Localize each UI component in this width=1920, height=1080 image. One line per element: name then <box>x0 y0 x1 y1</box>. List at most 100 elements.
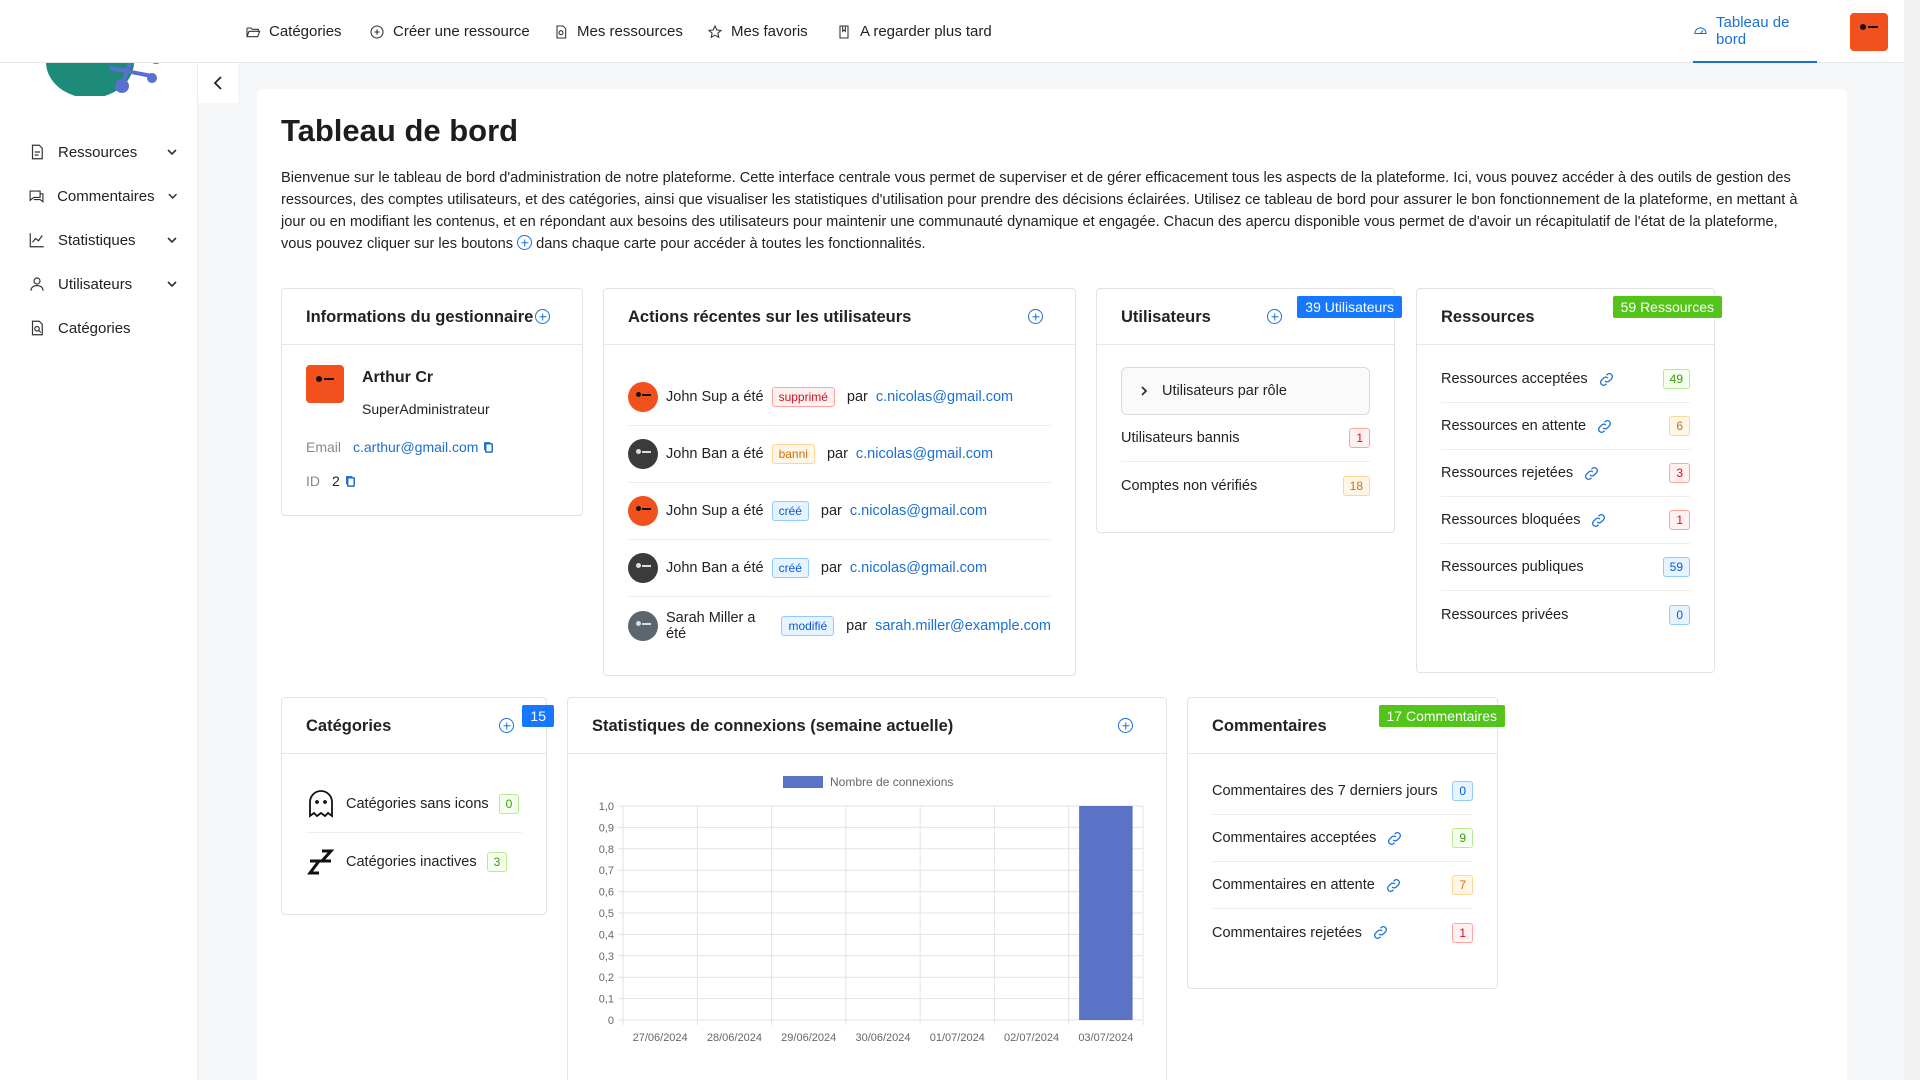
row-count: 7 <box>1452 875 1473 895</box>
legend-swatch <box>783 776 823 788</box>
nav-label: Tableau de bord <box>1716 13 1790 48</box>
plus-circle-icon <box>370 24 384 39</box>
sidebar: Ressources Commentaires Statistiques Uti… <box>0 0 198 1080</box>
nav-categories[interactable]: Catégories <box>245 0 342 63</box>
resources-row-blocked: Ressources bloquées 1 <box>1441 497 1690 544</box>
id-label: ID <box>306 473 320 489</box>
plus-circle-icon[interactable] <box>499 718 514 733</box>
sidebar-item-commentaires[interactable]: Commentaires <box>28 178 178 214</box>
action-by: par <box>820 503 842 519</box>
y-tick-label: 0,7 <box>599 865 614 877</box>
dashboard-icon <box>1694 26 1707 34</box>
plus-circle-icon[interactable] <box>1028 309 1043 324</box>
link-icon[interactable] <box>1386 830 1403 847</box>
nav-create-resource[interactable]: Créer une ressource <box>369 0 530 63</box>
user-avatar[interactable] <box>1850 13 1888 51</box>
link-icon[interactable] <box>1598 371 1615 388</box>
user-avatar <box>628 553 658 583</box>
plus-circle-icon[interactable] <box>1267 309 1282 324</box>
sidebar-item-statistiques[interactable]: Statistiques <box>28 222 178 258</box>
star-icon <box>707 24 723 38</box>
copy-icon[interactable] <box>344 475 357 488</box>
action-email-link[interactable]: c.nicolas@gmail.com <box>876 389 1013 405</box>
action-tag: supprimé <box>771 387 835 407</box>
y-tick-label: 0,5 <box>599 908 614 920</box>
nav-favorites[interactable]: Mes favoris <box>707 0 808 63</box>
x-tick-label: 02/07/2024 <box>1004 1032 1059 1044</box>
sidebar-item-label: Ressources <box>58 143 138 161</box>
comments-count-badge: 17 Commentaires <box>1378 705 1505 727</box>
action-text: John Ban a été <box>666 560 764 576</box>
row-count: 0 <box>1669 604 1690 625</box>
link-icon[interactable] <box>1583 465 1600 482</box>
sidebar-item-utilisateurs[interactable]: Utilisateurs <box>28 266 178 302</box>
users-row-banned: Utilisateurs bannis 1 <box>1121 415 1370 462</box>
row-count: 1 <box>1349 428 1370 448</box>
intro-paragraph-end: dans chaque carte pour accéder à toutes … <box>536 236 926 252</box>
link-icon[interactable] <box>1590 512 1607 529</box>
bar[interactable] <box>1079 806 1133 1020</box>
comments-row-rejected: Commentaires rejetées 1 <box>1212 909 1473 956</box>
users-by-role-collapse[interactable]: Utilisateurs par rôle <box>1121 367 1370 415</box>
stats-card: Statistiques de connexions (semaine actu… <box>567 697 1167 1080</box>
x-tick-label: 01/07/2024 <box>930 1032 985 1044</box>
manager-email-link[interactable]: c.arthur@gmail.com <box>353 439 478 455</box>
page-scrollbar[interactable] <box>1904 0 1920 1080</box>
row-count: 6 <box>1669 416 1690 436</box>
plus-circle-icon[interactable] <box>1118 718 1133 733</box>
row-count: 1 <box>1452 922 1473 943</box>
action-row: John Ban a été banni par c.nicolas@gmail… <box>628 426 1051 483</box>
y-tick-label: 1,0 <box>599 801 614 813</box>
action-row: Sarah Miller a été modifié par sarah.mil… <box>628 597 1051 654</box>
y-tick-label: 0,4 <box>599 929 614 941</box>
sidebar-collapse-button[interactable] <box>198 63 238 103</box>
action-email-link[interactable]: c.nicolas@gmail.com <box>850 560 987 576</box>
row-label: Commentaires acceptées <box>1212 830 1377 846</box>
user-avatar <box>628 439 658 469</box>
y-tick-label: 0,9 <box>599 822 614 834</box>
sidebar-item-ressources[interactable]: Ressources <box>28 134 178 170</box>
row-label: Ressources acceptées <box>1441 371 1588 387</box>
row-count: 0 <box>498 794 520 814</box>
comments-row-pending: Commentaires en attente 7 <box>1212 862 1473 909</box>
plus-circle-icon[interactable] <box>535 309 550 324</box>
link-icon[interactable] <box>1385 877 1402 894</box>
chart-x-axis: 27/06/2024 28/06/2024 29/06/2024 30/06/2024… <box>633 1032 1134 1044</box>
row-label: Commentaires en attente <box>1212 877 1375 893</box>
copy-icon[interactable] <box>482 441 495 454</box>
x-tick-label: 27/06/2024 <box>633 1032 688 1044</box>
resources-row-accepted: Ressources acceptées 49 <box>1441 356 1690 403</box>
plus-circle-icon <box>517 235 533 250</box>
action-email-link[interactable]: sarah.miller@example.com <box>875 618 1051 634</box>
nav-watch-later[interactable]: A regarder plus tard <box>836 0 992 63</box>
y-tick-label: 0,3 <box>599 951 614 963</box>
sidebar-item-categories[interactable]: Catégories <box>28 310 178 346</box>
user-avatar <box>628 610 658 641</box>
resources-row-pending: Ressources en attente 6 <box>1441 403 1690 450</box>
manager-card: Informations du gestionnaire Arthur Cr S… <box>281 288 583 516</box>
card-title: Catégories <box>306 717 392 735</box>
chart-grid <box>618 805 1144 1025</box>
link-icon[interactable] <box>1372 924 1389 941</box>
card-title: Utilisateurs <box>1121 308 1211 326</box>
action-email-link[interactable]: c.nicolas@gmail.com <box>850 503 987 519</box>
chevron-down-icon <box>167 237 177 244</box>
nav-my-resources[interactable]: Mes ressources <box>553 0 683 63</box>
nav-label: Mes favoris <box>731 23 808 40</box>
card-header: Informations du gestionnaire <box>282 289 582 345</box>
x-tick-label: 03/07/2024 <box>1078 1032 1133 1044</box>
action-email-link[interactable]: c.nicolas@gmail.com <box>856 446 993 462</box>
comments-row-7days: Commentaires des 7 derniers jours 0 <box>1212 768 1473 815</box>
nav-dashboard[interactable]: Tableau de bord <box>1693 0 1817 63</box>
categories-row-no-icons: Catégories sans icons 0 <box>306 776 522 833</box>
link-icon[interactable] <box>1596 418 1613 435</box>
row-count: 1 <box>1669 510 1690 530</box>
user-avatar <box>628 382 658 412</box>
ghost-icon <box>309 790 333 818</box>
connections-chart: 0 0,1 0,2 0,3 0,4 0,5 0,6 0,7 0,8 0,9 1,0 27/06/20… <box>599 775 1144 1044</box>
action-text: John Ban a été <box>666 446 764 462</box>
row-count: 0 <box>1452 781 1473 801</box>
comments-card: Commentaires 17 Commentaires Commentaire… <box>1187 697 1505 989</box>
categories-count-badge: 15 <box>522 705 554 727</box>
y-tick-label: 0,2 <box>599 972 614 984</box>
